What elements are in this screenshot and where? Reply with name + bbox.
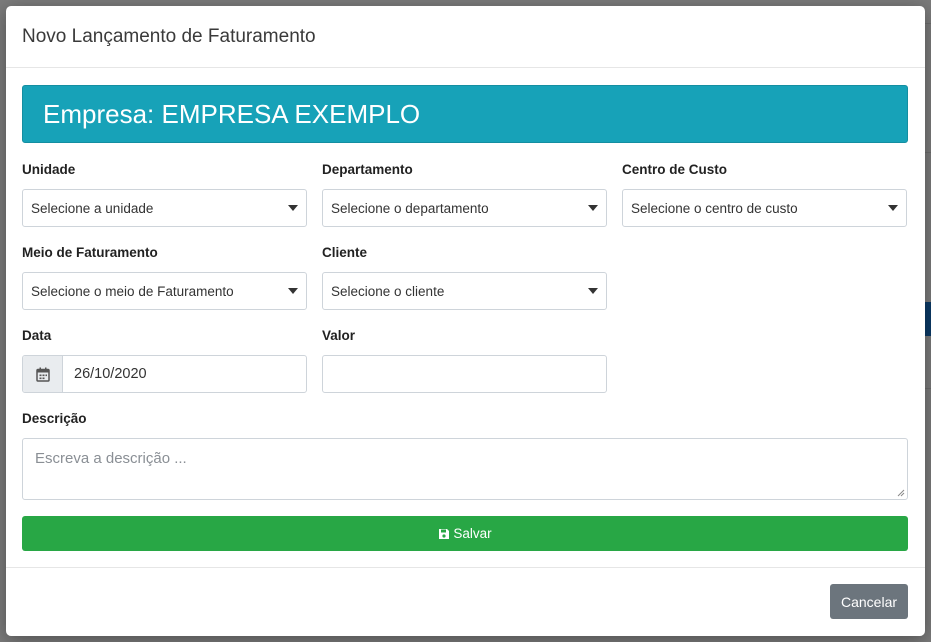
valor-label: Valor <box>322 328 356 343</box>
form-row-4: Descrição Escreva a descrição ... <box>22 411 908 500</box>
resize-handle-icon[interactable] <box>897 489 905 497</box>
field-departamento: Departamento Selecione o departamento <box>322 162 607 227</box>
cancel-button[interactable]: Cancelar <box>830 584 908 619</box>
date-input-group[interactable]: 26/10/2020 <box>22 355 307 393</box>
meio-faturamento-label: Meio de Faturamento <box>22 245 158 260</box>
descricao-label: Descrição <box>22 411 87 426</box>
cliente-select-value: Selecione o cliente <box>331 283 445 299</box>
modal-footer: Cancelar <box>6 567 925 636</box>
descricao-textarea[interactable]: Escreva a descrição ... <box>22 438 908 500</box>
form-row-3: Data 26/10/2020 Valor <box>22 328 908 393</box>
caret-down-icon <box>288 288 298 294</box>
centro-custo-select[interactable]: Selecione o centro de custo <box>622 189 907 227</box>
departamento-select[interactable]: Selecione o departamento <box>322 189 607 227</box>
floppy-disk-icon <box>439 528 450 539</box>
modal-body: Empresa: EMPRESA EXEMPLO Unidade Selecio… <box>22 85 908 551</box>
save-button-label: Salvar <box>453 526 492 541</box>
form-row-1: Unidade Selecione a unidade Departamento… <box>22 162 908 227</box>
caret-down-icon <box>588 288 598 294</box>
modal-title: Novo Lançamento de Faturamento <box>22 25 316 47</box>
save-button[interactable]: Salvar <box>22 516 908 551</box>
departamento-select-value: Selecione o departamento <box>331 200 489 216</box>
form-row-2: Meio de Faturamento Selecione o meio de … <box>22 245 908 310</box>
calendar-icon[interactable] <box>23 356 63 392</box>
modal-header: Novo Lançamento de Faturamento <box>6 6 925 68</box>
cliente-label: Cliente <box>322 245 368 260</box>
unidade-select-value: Selecione a unidade <box>31 200 154 216</box>
field-data: Data 26/10/2020 <box>22 328 307 393</box>
caret-down-icon <box>888 205 898 211</box>
caret-down-icon <box>288 205 298 211</box>
descricao-placeholder: Escreva a descrição ... <box>35 450 187 467</box>
meio-faturamento-select[interactable]: Selecione o meio de Faturamento <box>22 272 307 310</box>
unidade-label: Unidade <box>22 162 76 177</box>
billing-entry-modal: Novo Lançamento de Faturamento Empresa: … <box>6 6 925 636</box>
field-cliente: Cliente Selecione o cliente <box>322 245 607 310</box>
company-banner-text: Empresa: EMPRESA EXEMPLO <box>43 98 421 129</box>
cliente-select[interactable]: Selecione o cliente <box>322 272 607 310</box>
data-label: Data <box>22 328 52 343</box>
centro-custo-select-value: Selecione o centro de custo <box>631 200 798 216</box>
meio-faturamento-select-value: Selecione o meio de Faturamento <box>31 283 234 299</box>
field-meio-faturamento: Meio de Faturamento Selecione o meio de … <box>22 245 307 310</box>
departamento-label: Departamento <box>322 162 413 177</box>
unidade-select[interactable]: Selecione a unidade <box>22 189 307 227</box>
field-unidade: Unidade Selecione a unidade <box>22 162 307 227</box>
field-valor: Valor <box>322 328 607 393</box>
field-centro-custo: Centro de Custo Selecione o centro de cu… <box>622 162 907 227</box>
caret-down-icon <box>588 205 598 211</box>
date-input[interactable]: 26/10/2020 <box>63 356 147 392</box>
centro-custo-label: Centro de Custo <box>622 162 728 177</box>
company-banner: Empresa: EMPRESA EXEMPLO <box>22 85 908 143</box>
valor-input[interactable] <box>322 355 607 393</box>
cancel-button-label: Cancelar <box>840 593 898 610</box>
